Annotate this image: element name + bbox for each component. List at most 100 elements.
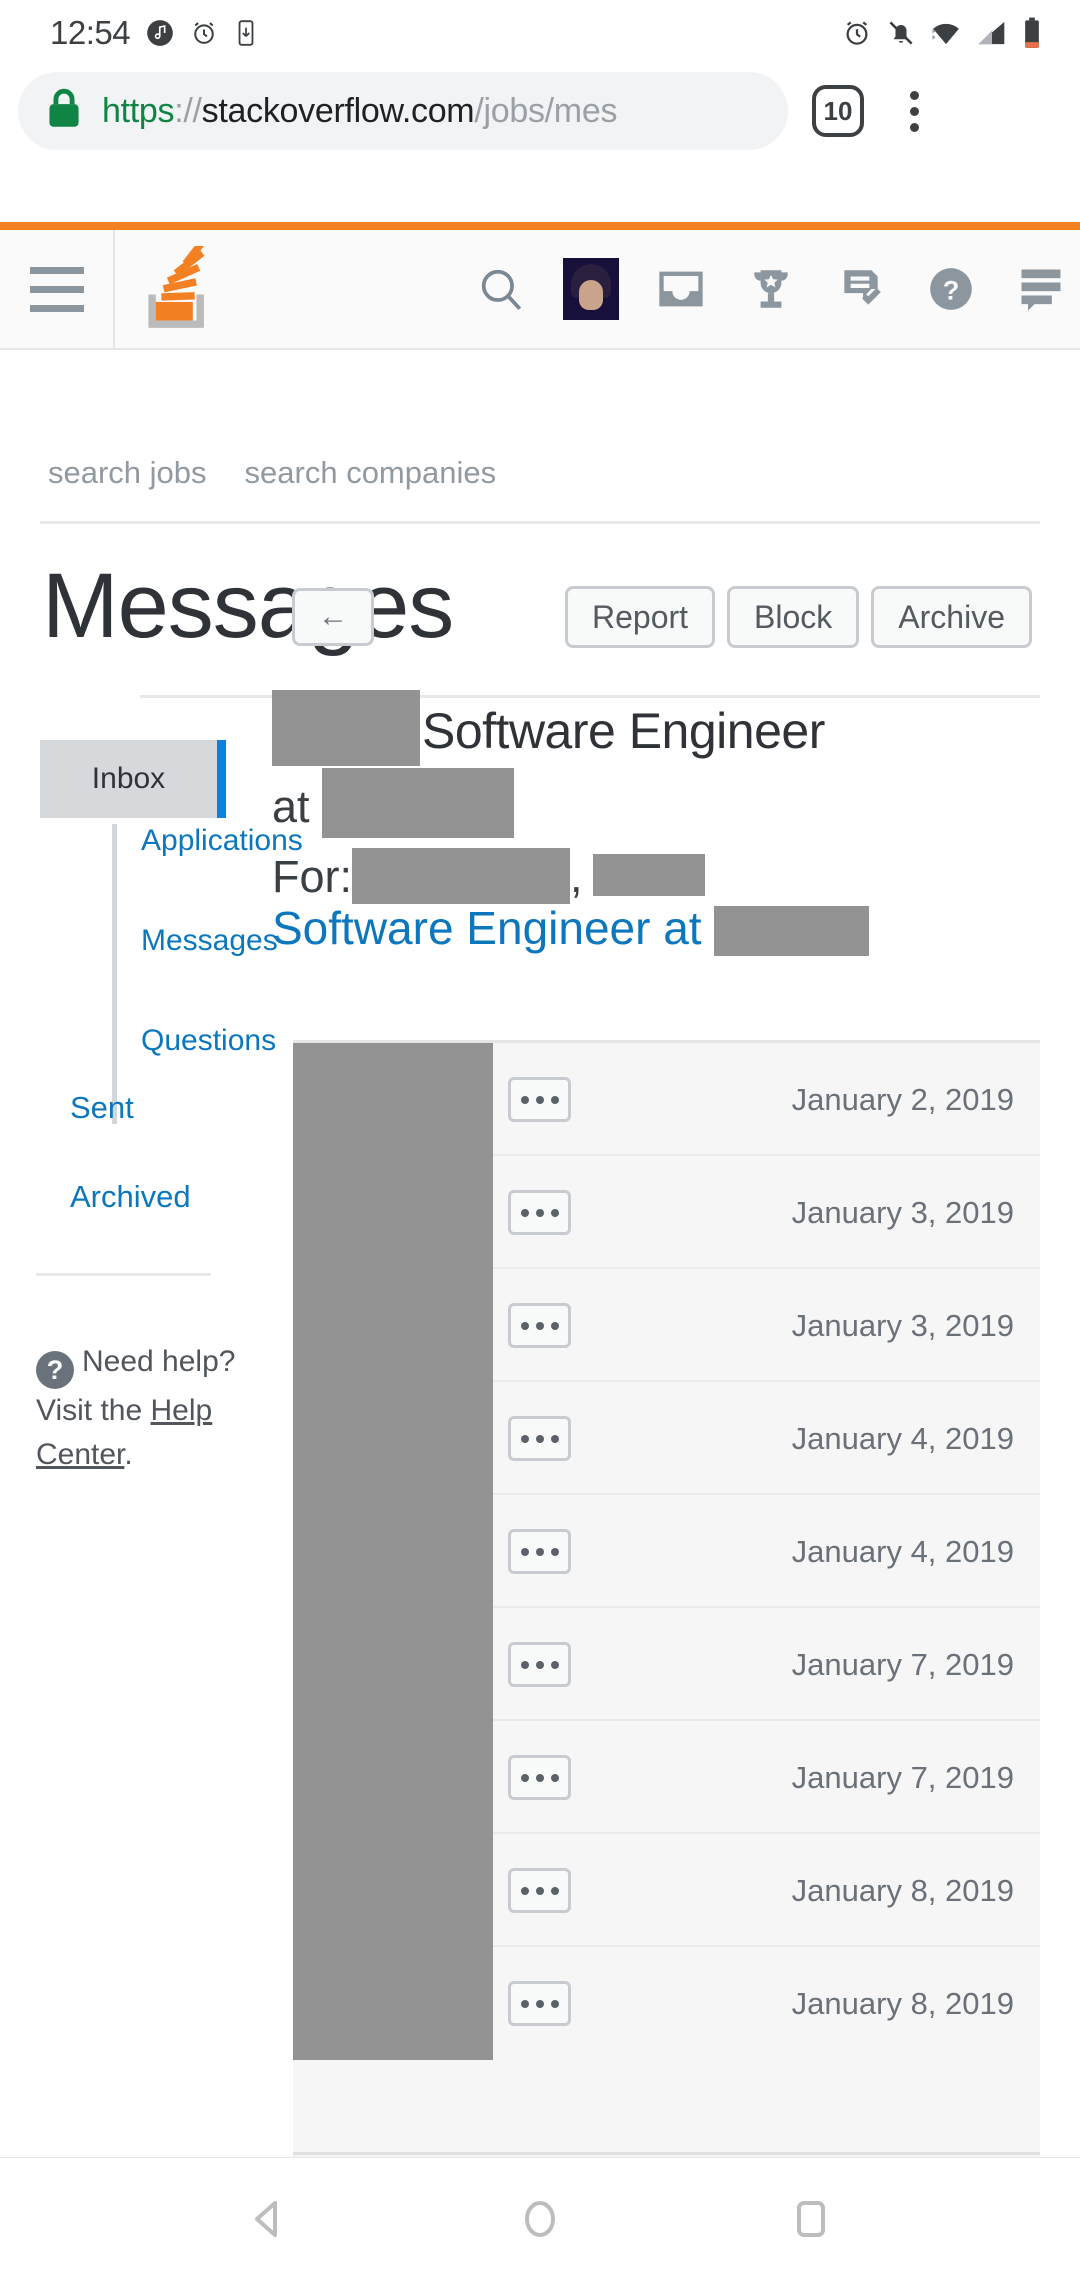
- row-date: January 2, 2019: [791, 1081, 1014, 1117]
- achievements-trophy-icon[interactable]: [742, 260, 800, 318]
- home-circle-icon[interactable]: [512, 2191, 568, 2247]
- row-date: January 8, 2019: [791, 1985, 1014, 2021]
- table-row[interactable]: January 8, 2019: [293, 1834, 1040, 1947]
- cell-signal-icon: [976, 18, 1008, 48]
- help-text-after: .: [124, 1437, 133, 1471]
- redacted-message-snippet: [293, 1608, 493, 1721]
- sidebar-item-inbox[interactable]: Inbox: [40, 740, 226, 818]
- row-more-button[interactable]: [508, 1416, 571, 1461]
- row-more-button[interactable]: [508, 1981, 571, 2026]
- row-more-button[interactable]: [508, 1190, 571, 1235]
- browser-toolbar: https://stackoverflow.com/jobs/mes 10: [0, 66, 1080, 156]
- report-button[interactable]: Report: [565, 586, 716, 648]
- header-actions: Report Block Archive: [565, 586, 1032, 648]
- list-bottom-divider: [293, 2152, 1040, 2155]
- battery-icon: [1022, 17, 1042, 49]
- overflow-menu-icon[interactable]: [894, 85, 934, 137]
- redacted-message-snippet: [293, 1043, 493, 1156]
- conversation-role: Software Engineer: [422, 703, 825, 759]
- row-more-button[interactable]: [508, 1529, 571, 1574]
- jobs-nav-search-companies[interactable]: search companies: [245, 455, 497, 491]
- chat-icon[interactable]: [1012, 260, 1070, 318]
- review-queues-icon[interactable]: [832, 260, 890, 318]
- status-bar-left: 12:54: [0, 14, 258, 52]
- table-row[interactable]: January 4, 2019: [293, 1382, 1040, 1495]
- row-more-button[interactable]: [508, 1755, 571, 1800]
- table-row[interactable]: January 7, 2019: [293, 1721, 1040, 1834]
- url-text: https://stackoverflow.com/jobs/mes: [102, 92, 617, 131]
- redacted-participant-1: [352, 848, 571, 904]
- redacted-message-snippet: [293, 1721, 493, 1834]
- help-block: ? Need help? Visit the Help Center.: [36, 1340, 256, 1476]
- row-date: January 4, 2019: [791, 1533, 1014, 1569]
- jobs-subnav: search jobs search companies: [48, 455, 1038, 491]
- row-more-button[interactable]: [508, 1642, 571, 1687]
- redacted-message-snippet: [293, 1834, 493, 1947]
- url-host: stackoverflow.com: [201, 91, 475, 130]
- help-circle-icon[interactable]: ?: [922, 260, 980, 318]
- tab-count-button[interactable]: 10: [812, 85, 864, 137]
- back-button[interactable]: ←: [292, 588, 374, 646]
- job-posting-link[interactable]: Software Engineer at: [272, 901, 1062, 957]
- block-button[interactable]: Block: [727, 586, 860, 648]
- redacted-message-snippet: [293, 1156, 493, 1269]
- row-date: January 8, 2019: [791, 1872, 1014, 1908]
- sidebar-item-applications[interactable]: Applications: [141, 824, 303, 858]
- table-row[interactable]: January 2, 2019: [293, 1043, 1040, 1156]
- android-nav-bar: [0, 2158, 1080, 2280]
- row-more-button[interactable]: [508, 1077, 571, 1122]
- redacted-message-snippet: [293, 1947, 493, 2060]
- stack-overflow-logo[interactable]: [115, 246, 240, 332]
- for-comma: ,: [570, 851, 583, 902]
- site-header: ?: [0, 230, 1080, 350]
- sidebar-item-messages[interactable]: Messages: [141, 924, 292, 958]
- alarm-clock-icon: [190, 19, 218, 47]
- sidebar-item-archived[interactable]: Archived: [70, 1179, 191, 1215]
- row-date: January 3, 2019: [791, 1194, 1014, 1230]
- redacted-participant-2: [592, 854, 705, 896]
- job-link-label: Software Engineer at: [272, 902, 715, 955]
- table-row[interactable]: January 7, 2019: [293, 1608, 1040, 1721]
- url-separator: ://: [174, 91, 202, 130]
- url-path: /jobs/mes: [474, 91, 618, 130]
- user-avatar[interactable]: [562, 258, 620, 320]
- sidebar-item-sent[interactable]: Sent: [70, 1090, 191, 1126]
- sidebar-subnav: Applications Messages Questions: [112, 824, 303, 1124]
- table-row[interactable]: January 3, 2019: [293, 1156, 1040, 1269]
- recents-square-icon[interactable]: [783, 2191, 839, 2247]
- hamburger-menu-icon[interactable]: [0, 230, 115, 348]
- inbox-icon[interactable]: [652, 260, 710, 318]
- row-date: January 3, 2019: [791, 1307, 1014, 1343]
- archive-button[interactable]: Archive: [871, 586, 1032, 648]
- wifi-icon: [930, 18, 962, 48]
- search-icon[interactable]: [472, 260, 530, 318]
- back-triangle-icon[interactable]: [241, 2191, 297, 2247]
- status-bar-clock: 12:54: [50, 14, 131, 51]
- conversation-at-prefix: at: [272, 781, 323, 832]
- redacted-company-name: [322, 768, 515, 838]
- conversation-company-line: at: [272, 768, 1062, 838]
- conversation-for-line: For:,: [272, 848, 1062, 905]
- url-bar[interactable]: https://stackoverflow.com/jobs/mes: [18, 72, 788, 150]
- vibrate-icon: [234, 19, 258, 47]
- table-row[interactable]: January 8, 2019: [293, 1947, 1040, 2060]
- redacted-message-snippet: [293, 1495, 493, 1608]
- row-date: January 4, 2019: [791, 1420, 1014, 1456]
- music-note-icon: [146, 19, 174, 47]
- row-more-button[interactable]: [508, 1868, 571, 1913]
- site-accent-bar: [0, 222, 1080, 230]
- redacted-job-company: [714, 906, 870, 957]
- row-date: January 7, 2019: [791, 1646, 1014, 1682]
- status-bar-right: [842, 17, 1080, 49]
- redacted-sender-name: [272, 690, 420, 766]
- sidebar-divider: [36, 1273, 211, 1276]
- table-row[interactable]: January 3, 2019: [293, 1269, 1040, 1382]
- sidebar-item-questions[interactable]: Questions: [141, 1024, 292, 1058]
- alarm-clock-icon: [842, 18, 872, 48]
- message-list[interactable]: January 2, 2019 January 3, 2019 January …: [293, 1040, 1040, 2158]
- lock-icon: [46, 88, 82, 135]
- site-nav-icons: ?: [472, 258, 1080, 320]
- table-row[interactable]: January 4, 2019: [293, 1495, 1040, 1608]
- jobs-nav-search-jobs[interactable]: search jobs: [48, 455, 207, 491]
- row-more-button[interactable]: [508, 1303, 571, 1348]
